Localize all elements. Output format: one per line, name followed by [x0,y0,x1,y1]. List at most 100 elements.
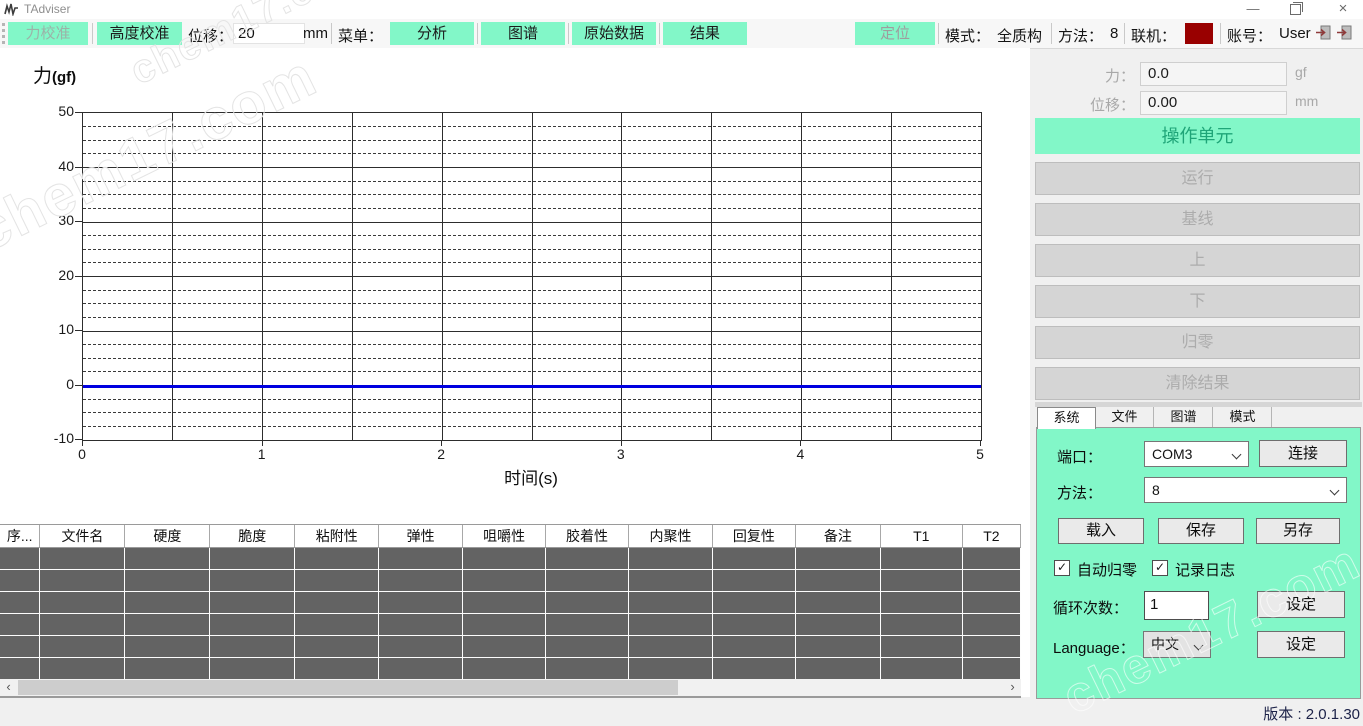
horizontal-scrollbar[interactable]: ‹ › [0,679,1021,698]
table-cell [463,570,545,591]
column-header[interactable]: 回复性 [713,525,796,547]
table-cell [713,570,795,591]
saveas-button[interactable]: 另存 [1256,518,1340,544]
scroll-right-icon[interactable]: › [1004,679,1021,696]
positioning-button[interactable]: 定位 [855,22,935,45]
y-tick [75,167,82,168]
y-tick-label: 40 [36,158,74,174]
column-header[interactable]: 文件名 [40,525,125,547]
force-time-chart: 力(gf) 时间(s) 50403020100-10012345 [0,49,1030,522]
plot-area [82,112,982,441]
table-cell [295,614,378,635]
menu-result-button[interactable]: 结果 [663,22,747,45]
table-cell [295,548,378,569]
method-label: 方法： [1058,25,1103,46]
table-cell [629,570,712,591]
menu-analysis-button[interactable]: 分析 [390,22,474,45]
restore-icon[interactable] [1290,4,1301,15]
table-row[interactable] [0,570,1021,591]
table-cell [125,658,209,679]
column-header[interactable]: 备注 [796,525,881,547]
set-button-language[interactable]: 设定 [1257,631,1345,658]
chevron-down-icon [1330,486,1340,496]
column-header[interactable]: 序... [0,525,40,547]
tab-graph[interactable]: 图谱 [1155,407,1213,428]
table-row[interactable] [0,548,1021,569]
table-cell [546,592,628,613]
run-button[interactable]: 运行 [1035,162,1360,195]
height-calibration-button[interactable]: 高度校准 [97,22,182,45]
x-tick [800,440,801,446]
app-logo-icon [4,3,19,16]
table-cell [379,658,462,679]
column-header[interactable]: 脆度 [210,525,295,547]
column-header[interactable]: 胶着性 [546,525,629,547]
table-row[interactable] [0,636,1021,657]
column-header[interactable]: 内聚性 [629,525,713,547]
table-cell [125,636,209,657]
menu-rawdata-button[interactable]: 原始数据 [572,22,656,45]
tab-system[interactable]: 系统 [1037,407,1096,429]
port-dropdown[interactable]: COM3 [1144,441,1249,467]
table-row[interactable] [0,592,1021,613]
column-header[interactable]: 咀嚼性 [463,525,546,547]
load-button[interactable]: 载入 [1058,518,1144,544]
y-axis-title: 力(gf) [33,61,76,88]
force-calibration-button[interactable]: 力校准 [8,22,88,45]
cycles-input[interactable]: 1 [1144,591,1209,620]
table-row[interactable] [0,614,1021,635]
y-tick [75,221,82,222]
minimize-button[interactable]: — [1236,1,1270,18]
tab-file[interactable]: 文件 [1096,407,1154,428]
gridline-vertical [801,113,802,440]
account-label: 账号： [1227,25,1272,46]
x-tick [441,440,442,446]
table-cell [40,636,124,657]
table-cell [881,592,962,613]
table-body [0,548,1021,679]
operate-unit-button[interactable]: 操作单元 [1035,118,1360,154]
method-select-value: 8 [1152,482,1160,498]
connect-button[interactable]: 连接 [1259,440,1347,467]
chevron-down-icon [1232,450,1242,460]
table-cell [796,658,880,679]
table-cell [379,548,462,569]
auto-zero-checkbox[interactable]: ✓ [1054,560,1070,576]
language-dropdown[interactable]: 中文 [1143,631,1211,658]
column-header[interactable]: 硬度 [125,525,210,547]
login-icon[interactable] [1315,25,1332,40]
scrollbar-thumb[interactable] [18,680,678,695]
table-cell [0,548,39,569]
column-header[interactable]: T1 [881,525,963,547]
table-cell [963,592,1020,613]
zero-button[interactable]: 归零 [1035,326,1360,359]
menu-graph-button[interactable]: 图谱 [481,22,565,45]
table-cell [0,636,39,657]
table-cell [546,548,628,569]
down-button[interactable]: 下 [1035,285,1360,318]
set-button-cycles[interactable]: 设定 [1257,591,1345,618]
tab-mode[interactable]: 模式 [1214,407,1272,428]
table-row[interactable] [0,658,1021,679]
displacement-input[interactable] [233,23,305,44]
baseline-button[interactable]: 基线 [1035,203,1360,236]
clear-results-button[interactable]: 清除结果 [1035,367,1360,400]
logout-icon[interactable] [1336,25,1353,40]
column-header[interactable]: 粘附性 [295,525,379,547]
table-cell [125,614,209,635]
save-button[interactable]: 保存 [1158,518,1244,544]
force-readout-label: 力： [1047,65,1135,86]
column-header[interactable]: T2 [963,525,1021,547]
up-button[interactable]: 上 [1035,244,1360,277]
log-checkbox[interactable]: ✓ [1152,560,1168,576]
column-header[interactable]: 弹性 [379,525,463,547]
separator [1220,23,1221,44]
results-table: 序...文件名硬度脆度粘附性弹性咀嚼性胶着性内聚性回复性备注T1T2 [0,524,1021,680]
gridline-vertical [352,113,353,440]
scroll-left-icon[interactable]: ‹ [0,679,17,696]
table-cell [713,636,795,657]
method-dropdown[interactable]: 8 [1144,477,1347,503]
table-cell [546,636,628,657]
close-button[interactable]: × [1326,1,1360,18]
table-cell [40,658,124,679]
